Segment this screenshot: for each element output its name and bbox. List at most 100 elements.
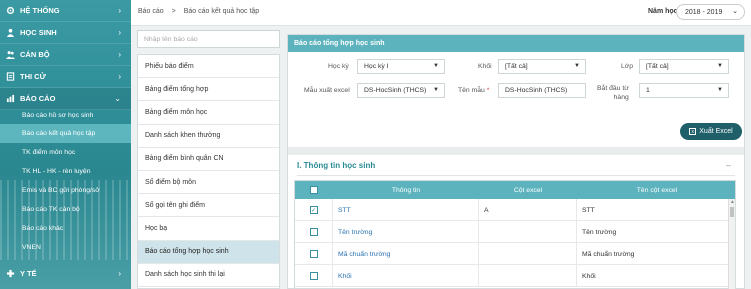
report-list-item[interactable]: Phiếu báo điểm bbox=[138, 55, 279, 79]
report-list-item[interactable]: Sổ gọi tên ghi điểm bbox=[138, 194, 279, 218]
student-info-table: Thông tin Cột excel Tên cột excel ✓ STT … bbox=[294, 180, 736, 289]
report-item-label: Sổ điểm bộ môn bbox=[145, 178, 196, 186]
table-row: Mã chuẩn trường Mã chuẩn trường bbox=[295, 243, 729, 265]
report-list-item[interactable]: Sổ điểm bộ môn bbox=[138, 171, 279, 195]
menu-thi-cu[interactable]: THI CỬ › bbox=[0, 66, 131, 88]
submenu-item[interactable]: TK điểm môn học bbox=[0, 143, 131, 162]
row-checkbox[interactable] bbox=[309, 228, 318, 236]
medical-icon bbox=[6, 269, 15, 278]
menu-hoc-sinh[interactable]: HỌC SINH › bbox=[0, 22, 131, 44]
submenu-item[interactable]: Báo cáo TK cán bộ bbox=[0, 200, 131, 219]
school-year-select[interactable]: 2018 - 2019 ⌄ bbox=[676, 4, 745, 20]
divider bbox=[288, 147, 744, 155]
breadcrumb-separator: > bbox=[171, 8, 176, 15]
ten-mau-value: DS-HocSinh (THCS) bbox=[505, 87, 568, 94]
chevron-right-icon: › bbox=[118, 268, 121, 278]
report-item-label: Bảng điểm tổng hợp bbox=[145, 85, 209, 93]
row-name-input[interactable]: Mã chuẩn trường bbox=[577, 243, 729, 265]
header-thong-tin: Thông tin bbox=[333, 181, 479, 199]
section-title: I. Thông tin học sinh bbox=[297, 161, 376, 170]
menu-label: THI CỬ bbox=[20, 72, 46, 81]
chevron-right-icon: › bbox=[118, 28, 121, 37]
report-list-item[interactable]: Học bạ bbox=[138, 217, 279, 241]
chevron-down-icon: ⌄ bbox=[732, 8, 738, 15]
report-list-item[interactable]: Bảng điểm bình quân CN bbox=[138, 148, 279, 171]
row-col-input[interactable]: A bbox=[479, 199, 577, 221]
report-list-item[interactable]: Bảng điểm môn học bbox=[138, 101, 279, 125]
menu-label: HỌC SINH bbox=[20, 28, 57, 37]
row-info: Khối bbox=[333, 265, 479, 287]
lop-select[interactable]: [Tất cả] ▼ bbox=[639, 59, 729, 74]
dropdown-arrow-icon: ▼ bbox=[433, 63, 439, 69]
submenu-item[interactable]: Báo cáo khác bbox=[0, 219, 131, 238]
khoi-select[interactable]: [Tất cả] ▼ bbox=[498, 59, 586, 74]
mau-xuat-label: Mẫu xuất excel bbox=[304, 87, 350, 94]
submenu-item[interactable]: Báo cáo hồ sơ học sinh bbox=[0, 106, 131, 125]
menu-can-bo[interactable]: CÁN BỘ › bbox=[0, 44, 131, 66]
row-info: Tên trường bbox=[333, 221, 479, 243]
section-divider bbox=[297, 175, 735, 176]
hoc-ky-label: Học kỳ bbox=[328, 63, 349, 70]
scroll-up-icon[interactable]: ▲ bbox=[729, 199, 735, 205]
row-name-input[interactable]: STT bbox=[577, 199, 729, 221]
row-name-input[interactable]: Khối bbox=[577, 265, 729, 287]
chevron-right-icon: › bbox=[118, 6, 121, 15]
report-search-input[interactable]: Nhập tên báo cáo bbox=[137, 30, 280, 48]
row-info: Mã chuẩn trường bbox=[333, 243, 479, 265]
row-col-input[interactable] bbox=[479, 243, 577, 265]
report-list-panel: Nhập tên báo cáo Phiếu báo điểm Bảng điể… bbox=[137, 30, 280, 289]
row-checkbox[interactable] bbox=[309, 250, 318, 258]
submenu-label: Báo cáo khác bbox=[22, 225, 64, 232]
row-name-input[interactable]: Tên trường bbox=[577, 221, 729, 243]
menu-label: HỆ THỐNG bbox=[20, 6, 60, 15]
top-bar: Báo cáo > Báo cáo kết quả học tập Năm họ… bbox=[131, 0, 751, 26]
khoi-value: [Tất cả] bbox=[505, 63, 528, 70]
sidebar: HỆ THỐNG › HỌC SINH › CÁN BỘ › THI CỬ › … bbox=[0, 0, 131, 289]
table-row: Tên trường Tên trường bbox=[295, 221, 729, 243]
panel-title: Báo cáo tổng hợp học sinh bbox=[288, 35, 744, 52]
hoc-ky-select[interactable]: Học kỳ I ▼ bbox=[357, 59, 445, 74]
submenu-label: TK điểm môn học bbox=[22, 149, 76, 156]
row-col-input[interactable] bbox=[479, 221, 577, 243]
submenu-item[interactable]: TK HL - HK - rèn luyện bbox=[0, 162, 131, 181]
report-item-label: Học bạ bbox=[145, 224, 168, 232]
report-item-label: Bảng điểm bình quân CN bbox=[145, 155, 224, 163]
exam-icon bbox=[6, 72, 15, 81]
ten-mau-label-text: Tên mẫu bbox=[458, 87, 485, 94]
bat-dau-label-line2: hàng bbox=[613, 94, 629, 101]
mau-xuat-select[interactable]: DS-HocSinh (THCS) ▼ bbox=[357, 83, 445, 98]
report-list-item[interactable]: Bảng điểm tổng hợp bbox=[138, 78, 279, 102]
report-list-item-active[interactable]: Báo cáo tổng hợp học sinh bbox=[138, 240, 279, 264]
submenu-item[interactable]: VNEN bbox=[0, 238, 131, 257]
row-col-input[interactable] bbox=[479, 265, 577, 287]
breadcrumb-item[interactable]: Báo cáo bbox=[138, 8, 164, 15]
table-scrollbar[interactable]: ▲ bbox=[728, 199, 735, 289]
row-checkbox-checked[interactable]: ✓ bbox=[309, 206, 318, 214]
table-row: Khối Khối bbox=[295, 265, 729, 287]
dropdown-arrow-icon: ▼ bbox=[574, 63, 580, 69]
submenu-item[interactable]: Emis và BC gửi phòng/sở bbox=[0, 181, 131, 200]
menu-he-thong[interactable]: HỆ THỐNG › bbox=[0, 0, 131, 22]
ten-mau-input[interactable]: DS-HocSinh (THCS) bbox=[498, 83, 586, 98]
mau-xuat-value: DS-HocSinh (THCS) bbox=[364, 87, 427, 94]
dropdown-arrow-icon: ▼ bbox=[433, 87, 439, 93]
menu-y-te[interactable]: Y TẾ › bbox=[0, 262, 131, 284]
report-item-label: Danh sách khen thưởng bbox=[145, 132, 221, 140]
report-list: Phiếu báo điểm Bảng điểm tổng hợp Bảng đ… bbox=[137, 54, 280, 289]
report-list-item[interactable]: Danh sách học sinh thi lại bbox=[138, 264, 279, 287]
report-list-item[interactable]: Danh sách khen thưởng bbox=[138, 125, 279, 148]
bat-dau-select[interactable]: 1 ▼ bbox=[639, 83, 729, 98]
row-checkbox[interactable] bbox=[309, 272, 318, 280]
report-icon bbox=[6, 94, 15, 103]
export-excel-button[interactable]: x Xuất Excel bbox=[680, 123, 742, 140]
select-all-checkbox[interactable] bbox=[310, 186, 318, 194]
header-ten-cot-excel: Tên cột excel bbox=[577, 181, 735, 199]
header-cot-excel: Cột excel bbox=[479, 181, 577, 199]
breadcrumb-current: Báo cáo kết quả học tập bbox=[183, 8, 260, 15]
khoi-label: Khối bbox=[478, 63, 492, 70]
collapse-icon[interactable]: – bbox=[726, 160, 731, 170]
submenu-item-active[interactable]: Báo cáo kết quả học tập bbox=[0, 124, 131, 143]
dropdown-arrow-icon: ▼ bbox=[717, 87, 723, 93]
school-year-label: Năm học bbox=[648, 8, 678, 15]
scrollbar-thumb[interactable] bbox=[730, 207, 734, 217]
